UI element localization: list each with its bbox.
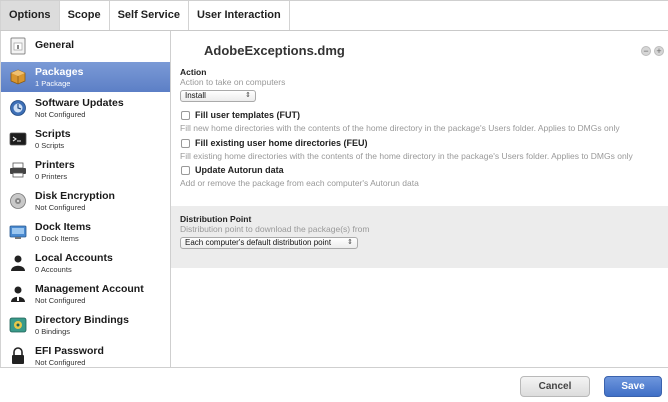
- sidebar-item-sub: 0 Bindings: [35, 327, 71, 336]
- save-button[interactable]: Save: [604, 376, 662, 397]
- feu-label[interactable]: Fill existing user home directories (FEU…: [195, 138, 368, 148]
- sidebar: General Packages 1 Package Software Upda…: [0, 31, 171, 367]
- tab-bar: Options Scope Self Service User Interact…: [0, 1, 668, 31]
- distribution-point-select[interactable]: Each computer's default distribution poi…: [180, 237, 358, 249]
- sidebar-item-sub: 0 Printers: [35, 172, 68, 181]
- autorun-checkbox[interactable]: [181, 166, 190, 175]
- fut-checkbox[interactable]: [181, 111, 190, 120]
- general-icon: [10, 37, 26, 55]
- sidebar-item-label: Disk Encryption: [35, 190, 115, 202]
- remove-package-button[interactable]: −: [641, 46, 651, 56]
- sidebar-item-label: Directory Bindings: [35, 314, 129, 326]
- distribution-label: Distribution Point: [180, 214, 252, 224]
- sidebar-item-sub: 0 Dock Items: [35, 234, 79, 243]
- sidebar-item-sub: 0 Accounts: [35, 265, 72, 274]
- sidebar-item-efi-password[interactable]: EFI Password Not Configured: [1, 341, 170, 367]
- admin-user-icon: [11, 286, 25, 302]
- sidebar-item-label: Printers: [35, 159, 75, 171]
- add-package-button[interactable]: +: [654, 46, 664, 56]
- autorun-hint: Add or remove the package from each comp…: [180, 178, 419, 188]
- select-arrows-icon: ⇕: [347, 239, 353, 246]
- package-settings-panel: AdobeExceptions.dmg − + Action Action to…: [171, 31, 668, 367]
- sidebar-item-disk-encryption[interactable]: Disk Encryption Not Configured: [1, 186, 170, 216]
- action-label: Action: [180, 67, 207, 77]
- action-hint: Action to take on computers: [180, 77, 286, 87]
- sidebar-item-management-account[interactable]: Management Account Not Configured: [1, 279, 170, 309]
- sidebar-item-sub: Not Configured: [35, 296, 86, 305]
- fut-hint: Fill new home directories with the conte…: [180, 123, 620, 133]
- autorun-label[interactable]: Update Autorun data: [195, 165, 284, 175]
- select-arrows-icon: ⇕: [245, 92, 251, 99]
- tab-scope[interactable]: Scope: [60, 1, 110, 30]
- cancel-button[interactable]: Cancel: [520, 376, 590, 397]
- footer-bar: Cancel Save: [0, 367, 668, 402]
- distribution-select-value: Each computer's default distribution poi…: [185, 238, 332, 247]
- package-icon: [10, 69, 26, 85]
- tab-options[interactable]: Options: [0, 1, 60, 30]
- sidebar-item-label: Software Updates: [35, 97, 124, 109]
- sidebar-item-general[interactable]: General: [1, 31, 170, 61]
- distribution-point-section: Distribution Point Distribution point to…: [171, 206, 668, 268]
- sidebar-item-sub: 0 Scripts: [35, 141, 65, 150]
- sidebar-item-label: EFI Password: [35, 345, 104, 357]
- sidebar-item-scripts[interactable]: Scripts 0 Scripts: [1, 124, 170, 154]
- tab-self-service[interactable]: Self Service: [110, 1, 189, 30]
- sidebar-item-label: Scripts: [35, 128, 71, 140]
- sidebar-item-label: Dock Items: [35, 221, 92, 233]
- tab-user-interaction[interactable]: User Interaction: [189, 1, 290, 30]
- disk-encryption-icon: [10, 193, 26, 209]
- sidebar-item-sub: Not Configured: [35, 358, 86, 367]
- sidebar-item-sub: Not Configured: [35, 203, 86, 212]
- action-select[interactable]: Install ⇕: [180, 90, 256, 102]
- sidebar-item-packages[interactable]: Packages 1 Package: [1, 62, 170, 92]
- feu-checkbox[interactable]: [181, 139, 190, 148]
- sidebar-item-sub: 1 Package: [35, 79, 71, 88]
- action-select-value: Install: [185, 91, 206, 100]
- sidebar-item-local-accounts[interactable]: Local Accounts 0 Accounts: [1, 248, 170, 278]
- sidebar-item-printers[interactable]: Printers 0 Printers: [1, 155, 170, 185]
- sidebar-item-directory-bindings[interactable]: Directory Bindings 0 Bindings: [1, 310, 170, 340]
- sidebar-item-label: Management Account: [35, 283, 144, 295]
- policy-editor: Options Scope Self Service User Interact…: [0, 0, 668, 402]
- sidebar-item-label: Local Accounts: [35, 252, 113, 264]
- sidebar-item-label: General: [35, 39, 75, 51]
- terminal-icon: [9, 132, 27, 146]
- directory-icon: [9, 317, 27, 333]
- lock-icon: [12, 347, 24, 364]
- printer-icon: [10, 162, 26, 178]
- sidebar-item-sub: Not Configured: [35, 110, 86, 119]
- fut-label[interactable]: Fill user templates (FUT): [195, 110, 300, 120]
- feu-hint: Fill existing home directories with the …: [180, 151, 633, 161]
- distribution-hint: Distribution point to download the packa…: [180, 224, 370, 234]
- user-icon: [11, 255, 25, 271]
- package-title: AdobeExceptions.dmg: [204, 43, 345, 58]
- software-update-icon: [10, 100, 26, 116]
- sidebar-item-label: Packages: [35, 66, 84, 78]
- sidebar-item-dock-items[interactable]: Dock Items 0 Dock Items: [1, 217, 170, 247]
- sidebar-item-software-updates[interactable]: Software Updates Not Configured: [1, 93, 170, 123]
- dock-icon: [9, 225, 27, 239]
